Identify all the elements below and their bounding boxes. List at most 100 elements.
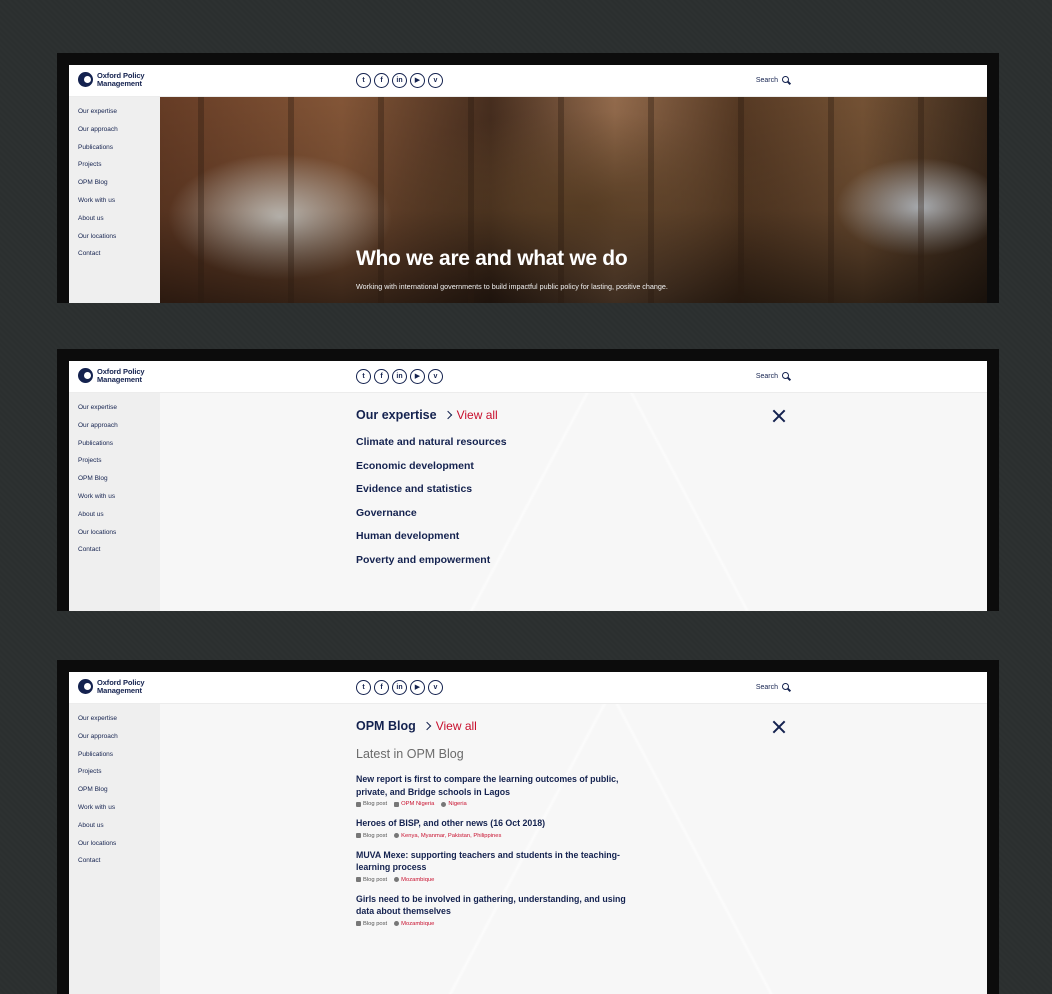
nav-item-opm-blog[interactable]: OPM Blog xyxy=(69,475,160,493)
post-location-tag[interactable]: Nigeria xyxy=(441,801,467,807)
facebook-icon[interactable]: f xyxy=(374,369,389,384)
post-type-label: Blog post xyxy=(363,920,388,927)
location-dot-icon xyxy=(394,921,400,926)
hero-image-texture xyxy=(160,97,987,303)
nav-item-publications[interactable]: Publications xyxy=(69,440,160,458)
nav-item-our-approach[interactable]: Our approach xyxy=(69,422,160,440)
post-type: Blog post xyxy=(356,801,387,807)
post-type-label: Blog post xyxy=(363,801,388,807)
expertise-item-economic[interactable]: Economic development xyxy=(356,460,507,484)
linkedin-icon[interactable]: in xyxy=(392,73,407,88)
post-title-link[interactable]: Heroes of BISP, and other news (16 Oct 2… xyxy=(356,817,646,830)
post-meta: Blog post Kenya, Myanmar, Pakistan, Phil… xyxy=(356,833,646,839)
expertise-item-evidence[interactable]: Evidence and statistics xyxy=(356,483,507,507)
panel-title: Our expertise xyxy=(356,408,437,422)
logo[interactable]: Oxford Policy Management xyxy=(78,368,145,383)
social-links: t f in ▶ v xyxy=(356,73,443,88)
logo-text: Oxford Policy Management xyxy=(97,72,145,87)
post-title-link[interactable]: New report is first to compare the learn… xyxy=(356,773,646,798)
search-button[interactable]: Search xyxy=(756,76,791,85)
nav-item-opm-blog[interactable]: OPM Blog xyxy=(69,179,160,197)
nav-item-our-expertise[interactable]: Our expertise xyxy=(69,108,160,126)
post-meta: Blog post Mozambique xyxy=(356,921,646,927)
nav-item-opm-blog[interactable]: OPM Blog xyxy=(69,786,160,804)
nav-item-work-with-us[interactable]: Work with us xyxy=(69,804,160,822)
social-links: t f in ▶ v xyxy=(356,680,443,695)
youtube-icon[interactable]: ▶ xyxy=(410,73,425,88)
nav-item-our-expertise[interactable]: Our expertise xyxy=(69,404,160,422)
post-meta: Blog post Mozambique xyxy=(356,877,646,883)
post-title-link[interactable]: MUVA Mexe: supporting teachers and stude… xyxy=(356,849,646,874)
expertise-item-poverty[interactable]: Poverty and empowerment xyxy=(356,554,507,578)
expertise-item-human[interactable]: Human development xyxy=(356,530,507,554)
nav-item-our-locations[interactable]: Our locations xyxy=(69,840,160,858)
chevron-right-icon xyxy=(443,410,452,420)
main-content: OPM Blog View all Latest in OPM Blog New… xyxy=(160,704,987,994)
vimeo-icon[interactable]: v xyxy=(428,73,443,88)
screenshot-frame-expertise-menu: Oxford Policy Management t f in ▶ v Sear… xyxy=(57,349,999,611)
nav-item-projects[interactable]: Projects xyxy=(69,768,160,786)
logo[interactable]: Oxford Policy Management xyxy=(78,72,145,87)
post-office-tag[interactable]: OPM Nigeria xyxy=(394,801,434,807)
list-item: Girls need to be involved in gathering, … xyxy=(356,893,646,927)
hero-image: Who we are and what we do Working with i… xyxy=(160,97,987,303)
logo-mark-icon xyxy=(78,72,93,87)
nav-item-contact[interactable]: Contact xyxy=(69,857,160,875)
nav-item-our-approach[interactable]: Our approach xyxy=(69,126,160,144)
latest-heading: Latest in OPM Blog xyxy=(356,747,464,761)
youtube-icon[interactable]: ▶ xyxy=(410,369,425,384)
nav-item-projects[interactable]: Projects xyxy=(69,161,160,179)
site-window: Oxford Policy Management t f in ▶ v Sear… xyxy=(69,65,987,303)
nav-item-our-approach[interactable]: Our approach xyxy=(69,733,160,751)
nav-item-contact[interactable]: Contact xyxy=(69,546,160,564)
post-meta: Blog post OPM Nigeria Nigeria xyxy=(356,801,646,807)
chevron-right-icon xyxy=(422,721,431,731)
logo[interactable]: Oxford Policy Management xyxy=(78,679,145,695)
post-location-tag[interactable]: Mozambique xyxy=(394,877,434,883)
post-title-link[interactable]: Girls need to be involved in gathering, … xyxy=(356,893,646,918)
nav-item-our-locations[interactable]: Our locations xyxy=(69,529,160,547)
document-icon xyxy=(356,921,361,926)
nav-item-our-locations[interactable]: Our locations xyxy=(69,233,160,251)
vimeo-icon[interactable]: v xyxy=(428,680,443,695)
expertise-item-climate[interactable]: Climate and natural resources xyxy=(356,436,507,460)
vimeo-icon[interactable]: v xyxy=(428,369,443,384)
nav-item-work-with-us[interactable]: Work with us xyxy=(69,493,160,511)
nav-item-about-us[interactable]: About us xyxy=(69,215,160,233)
facebook-icon[interactable]: f xyxy=(374,73,389,88)
linkedin-icon[interactable]: in xyxy=(392,680,407,695)
sidebar-nav: Our expertise Our approach Publications … xyxy=(69,97,160,303)
nav-item-about-us[interactable]: About us xyxy=(69,822,160,840)
expertise-item-governance[interactable]: Governance xyxy=(356,507,507,531)
nav-item-projects[interactable]: Projects xyxy=(69,457,160,475)
view-all-link[interactable]: View all xyxy=(436,719,477,733)
close-icon[interactable] xyxy=(772,720,786,734)
twitter-icon[interactable]: t xyxy=(356,369,371,384)
panel-header: Our expertise View all xyxy=(356,408,498,422)
youtube-icon[interactable]: ▶ xyxy=(410,680,425,695)
search-button[interactable]: Search xyxy=(756,372,791,381)
nav-item-our-expertise[interactable]: Our expertise xyxy=(69,715,160,733)
nav-item-publications[interactable]: Publications xyxy=(69,144,160,162)
facebook-icon[interactable]: f xyxy=(374,680,389,695)
sidebar-nav: Our expertise Our approach Publications … xyxy=(69,704,160,994)
post-location-tag[interactable]: Kenya, Myanmar, Pakistan, Philippines xyxy=(394,833,501,839)
close-icon[interactable] xyxy=(772,409,786,423)
search-button[interactable]: Search xyxy=(756,683,791,692)
post-location-tag[interactable]: Mozambique xyxy=(394,921,434,927)
main-content: Our expertise View all Climate and natur… xyxy=(160,393,987,611)
nav-item-publications[interactable]: Publications xyxy=(69,751,160,769)
twitter-icon[interactable]: t xyxy=(356,680,371,695)
logo-line-2: Management xyxy=(97,685,142,695)
search-icon xyxy=(782,683,791,692)
linkedin-icon[interactable]: in xyxy=(392,369,407,384)
nav-item-work-with-us[interactable]: Work with us xyxy=(69,197,160,215)
nav-item-contact[interactable]: Contact xyxy=(69,250,160,268)
logo-text: Oxford Policy Management xyxy=(97,368,145,383)
view-all-link[interactable]: View all xyxy=(457,408,498,422)
post-location-label: Mozambique xyxy=(401,920,435,927)
twitter-icon[interactable]: t xyxy=(356,73,371,88)
search-icon xyxy=(782,76,791,85)
post-type-label: Blog post xyxy=(363,876,388,883)
nav-item-about-us[interactable]: About us xyxy=(69,511,160,529)
